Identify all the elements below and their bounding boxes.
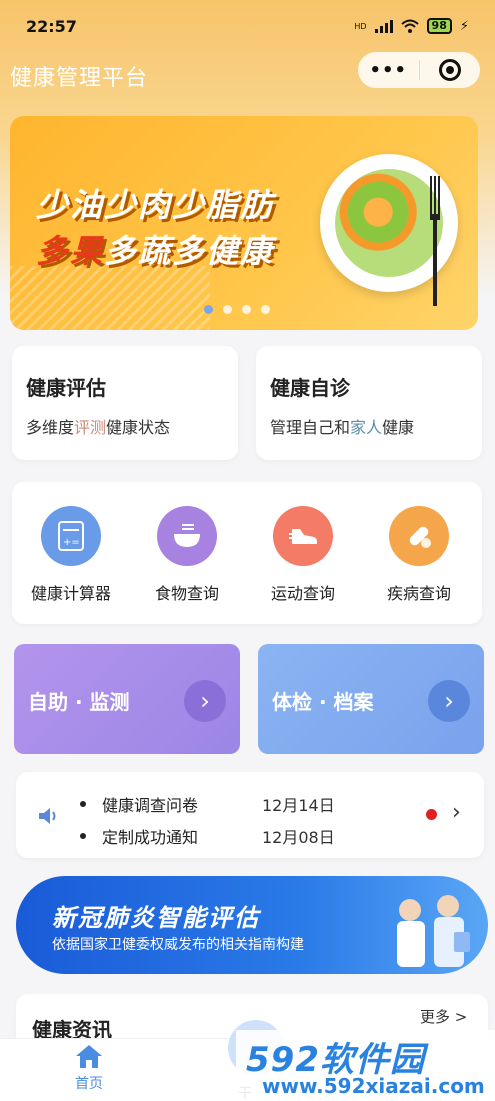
chevron-right-icon: ›: [200, 687, 210, 715]
self-monitor-arrow-button[interactable]: ›: [184, 680, 226, 722]
tool-label: 食物查询: [154, 584, 219, 603]
notice-text: 健康调查问卷: [102, 796, 199, 815]
self-monitor-label: 自助 · 监测: [28, 690, 130, 714]
health-assess-subtitle: 多维度评测健康状态: [26, 414, 170, 438]
notice-date: 12月08日: [262, 828, 335, 847]
news-more-link[interactable]: 更多 >: [420, 1006, 467, 1027]
pagination-dot[interactable]: [242, 305, 251, 314]
banner-line2-rest: 多蔬多健康: [104, 232, 275, 270]
fork-icon: [430, 176, 440, 306]
status-bar: 22:57 HD 98 ⚡: [0, 0, 495, 52]
tool-exercise-query[interactable]: 运动查询: [248, 506, 358, 604]
watermark: 592软件园 www.592xiazai.com: [236, 1030, 495, 1101]
health-assess-sub-highlight: 评测: [74, 418, 107, 437]
self-diagnosis-title: 健康自诊: [270, 376, 350, 400]
chevron-right-icon: ›: [444, 687, 454, 715]
self-diagnosis-sub-post: 健康: [382, 418, 415, 437]
banner-stripe: [10, 266, 210, 330]
pagination-dot[interactable]: [204, 305, 213, 314]
svg-text:+=: +=: [63, 537, 80, 548]
checkup-archive-card[interactable]: 体检 · 档案 ›: [258, 644, 484, 754]
notice-text: 定制成功通知: [102, 828, 199, 847]
network-label: HD: [354, 21, 367, 31]
unread-dot: [426, 809, 437, 820]
bullet: [80, 801, 86, 807]
target-icon: [438, 59, 461, 81]
home-icon: [76, 1045, 102, 1068]
salad-image: [335, 169, 443, 277]
bullet: [80, 833, 86, 839]
checkup-archive-arrow-button[interactable]: ›: [428, 680, 470, 722]
chevron-right-icon[interactable]: ›: [452, 800, 461, 825]
tool-disease-query[interactable]: 疾病查询: [364, 506, 474, 604]
health-assess-sub-pre: 多维度: [26, 418, 75, 437]
battery-icon: 98: [426, 18, 452, 34]
notice-item[interactable]: 健康调查问卷 12月14日: [80, 792, 335, 816]
speaker-icon: [39, 808, 56, 824]
close-button[interactable]: [420, 52, 481, 88]
notice-item[interactable]: 定制成功通知 12月08日: [80, 824, 335, 848]
signal-icon: [374, 19, 393, 33]
wifi-icon: [400, 19, 419, 33]
tool-label: 疾病查询: [386, 584, 451, 603]
notice-board[interactable]: 健康调查问卷 12月14日 定制成功通知 12月08日 ›: [16, 772, 484, 858]
tool-food-query[interactable]: 食物查询: [132, 506, 242, 604]
pagination-dot[interactable]: [261, 305, 270, 314]
tool-label: 运动查询: [270, 584, 335, 603]
self-diagnosis-sub-pre: 管理自己和: [270, 418, 351, 437]
status-icons: HD 98 ⚡: [354, 18, 469, 34]
covid-subtitle: 依据国家卫健委权威发布的相关指南构建: [52, 937, 304, 953]
covid-title: 新冠肺炎智能评估: [52, 904, 260, 932]
self-diagnosis-subtitle: 管理自己和家人健康: [270, 414, 414, 438]
health-assess-title: 健康评估: [26, 376, 106, 400]
calculator-icon: +=: [41, 506, 101, 566]
status-time: 22:57: [26, 16, 77, 36]
notice-date: 12月14日: [262, 796, 335, 815]
self-diagnosis-card[interactable]: 健康自诊 管理自己和家人健康: [256, 346, 482, 460]
pagination-dot[interactable]: [223, 305, 232, 314]
banner-line1: 少油少肉少脂肪: [36, 186, 275, 224]
charging-icon: ⚡: [459, 18, 469, 34]
self-diagnosis-sub-highlight: 家人: [350, 418, 383, 437]
watermark-url: www.592xiazai.com: [262, 1074, 485, 1098]
shoe-icon: [273, 506, 333, 566]
banner-pagination: [204, 305, 270, 314]
banner-line2-highlight: 多果: [36, 232, 105, 270]
more-button[interactable]: •••: [358, 52, 419, 88]
capsule-menu: •••: [358, 52, 480, 88]
pill-icon: [389, 506, 449, 566]
medical-staff-illustration: [397, 895, 470, 967]
health-assess-card[interactable]: 健康评估 多维度评测健康状态: [12, 346, 238, 460]
health-assess-sub-post: 健康状态: [106, 418, 171, 437]
tab-home-label: 首页: [75, 1076, 103, 1092]
covid-assessment-banner[interactable]: 新冠肺炎智能评估 依据国家卫健委权威发布的相关指南构建: [16, 876, 488, 974]
tools-grid: += 健康计算器 食物查询 运动查询 疾病查询: [12, 482, 482, 624]
checkup-archive-label: 体检 · 档案: [272, 690, 374, 714]
banner-carousel[interactable]: 少油少肉少脂肪 多果多蔬多健康: [10, 116, 478, 330]
tool-label: 健康计算器: [30, 584, 111, 603]
tab-home[interactable]: 首页: [44, 1043, 134, 1093]
page-title: 健康管理平台: [10, 66, 149, 91]
bowl-icon: [157, 506, 217, 566]
tool-health-calculator[interactable]: += 健康计算器: [16, 506, 126, 604]
more-dots-icon: •••: [369, 59, 407, 81]
self-monitor-card[interactable]: 自助 · 监测 ›: [14, 644, 240, 754]
banner-line2: 多果多蔬多健康: [36, 226, 274, 272]
